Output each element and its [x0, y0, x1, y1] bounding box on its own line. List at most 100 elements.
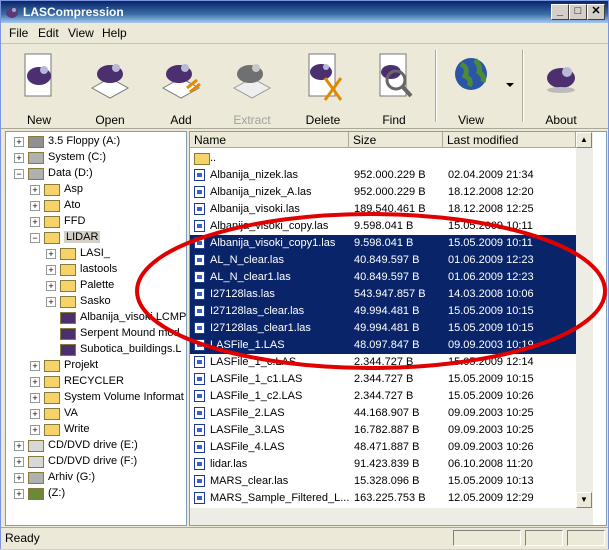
delete-button[interactable]: Delete: [290, 46, 356, 127]
file-size: 163.225.753 B: [354, 492, 426, 504]
table-row[interactable]: I27128las_clear.las 49.994.481 B 15.05.200…: [190, 303, 576, 320]
folder-icon: [60, 280, 76, 292]
expand-icon[interactable]: +: [30, 425, 40, 435]
new-button[interactable]: New: [6, 46, 72, 127]
expand-icon[interactable]: +: [46, 249, 56, 259]
column-header-modified[interactable]: Last modified: [443, 132, 576, 148]
file-modified: 18.12.2008 12:20: [448, 186, 534, 198]
table-row[interactable]: I27128las_clear1.las 49.994.481 B 15.05.20…: [190, 320, 576, 337]
folder-icon: [44, 360, 60, 372]
close-button[interactable]: ✕: [587, 4, 605, 20]
expand-icon[interactable]: +: [30, 409, 40, 419]
folder-icon: [60, 296, 76, 308]
table-row[interactable]: I27128las.las 543.947.857 B 14.03.2008 10:…: [190, 286, 576, 303]
file-name: MARS_clear.las: [210, 475, 289, 487]
table-row[interactable]: LASFile_2.LAS 44.168.907 B 09.09.2003 10:2…: [190, 405, 576, 422]
view-dropdown[interactable]: [505, 46, 517, 126]
expand-icon[interactable]: +: [14, 137, 24, 147]
tree-item-label: Write: [64, 423, 90, 435]
table-row[interactable]: ..: [190, 150, 576, 167]
file-size: 16.782.887 B: [354, 424, 420, 436]
drive-icon: [28, 168, 44, 180]
expand-icon[interactable]: +: [30, 393, 40, 403]
view-button[interactable]: View: [438, 46, 504, 127]
delete-label: Delete: [305, 113, 341, 127]
folder-icon: [44, 232, 60, 244]
table-row[interactable]: LASFile_4.LAS 48.471.887 B 09.09.2003 10:2…: [190, 439, 576, 456]
expand-icon[interactable]: +: [46, 281, 56, 291]
table-row[interactable]: MARS_Sample_Filtered_L... 163.225.753 B 12…: [190, 490, 576, 507]
file-modified: 01.06.2009 12:23: [448, 254, 534, 266]
column-header-name[interactable]: Name: [190, 132, 349, 148]
menu-view[interactable]: View: [68, 26, 94, 40]
table-row[interactable]: Albanija_visoki_copy1.las 9.598.041 B 15.0…: [190, 235, 576, 252]
table-row[interactable]: MARS_clear.las 15.328.096 B 15.05.2009 10:…: [190, 473, 576, 490]
folder-icon: [44, 376, 60, 388]
table-row[interactable]: Albanija_nizek.las 952.000.229 B 02.04.200…: [190, 167, 576, 184]
expand-icon[interactable]: +: [14, 153, 24, 163]
expand-icon[interactable]: +: [46, 297, 56, 307]
collapse-icon[interactable]: −: [30, 233, 40, 243]
table-row[interactable]: AL_N_clear.las 40.849.597 B 01.06.2009 12:…: [190, 252, 576, 269]
las-file-icon: [194, 492, 205, 504]
find-button[interactable]: Find: [361, 46, 427, 127]
scroll-up-button[interactable]: ▲: [576, 132, 592, 148]
menu-help[interactable]: Help: [102, 26, 127, 40]
file-modified: 15.05.2009 12:14: [448, 356, 534, 368]
maximize-button[interactable]: □: [569, 4, 587, 20]
file-list-vertical-scrollbar[interactable]: ▲ ▼: [576, 132, 593, 508]
globe-icon: [455, 58, 487, 90]
file-name: Albanija_visoki_copy.las: [210, 220, 329, 232]
extract-button[interactable]: Extract: [219, 46, 285, 127]
table-row[interactable]: LASFile_1_c1.LAS 2.344.727 B 15.05.2009 10…: [190, 371, 576, 388]
about-button[interactable]: About: [528, 46, 594, 127]
expand-icon[interactable]: +: [46, 265, 56, 275]
expand-icon[interactable]: +: [30, 217, 40, 227]
archive-icon: [60, 344, 76, 356]
menu-edit[interactable]: Edit: [38, 26, 59, 40]
table-row[interactable]: lidar.las 91.423.839 B 06.10.2008 11:20: [190, 456, 576, 473]
table-row[interactable]: LASFile_1.LAS 48.097.847 B 09.09.2003 10:1…: [190, 337, 576, 354]
file-modified: 09.09.2003 10:25: [448, 424, 534, 436]
expand-icon[interactable]: +: [14, 441, 24, 451]
expand-icon[interactable]: +: [14, 457, 24, 467]
file-size: 189.540.461 B: [354, 203, 426, 215]
folder-tree[interactable]: +3.5 Floppy (A:) + System (C:) − Data (D:) + A…: [5, 131, 187, 526]
file-list[interactable]: Name Size Last modified .. Albanija_nizek…: [189, 131, 607, 526]
table-row[interactable]: Albanija_visoki_copy.las 9.598.041 B 15.05…: [190, 218, 576, 235]
file-size: 543.947.857 B: [354, 288, 426, 300]
drive-icon: [28, 472, 44, 484]
table-row[interactable]: AL_N_clear1.las 40.849.597 B 01.06.2009 12…: [190, 269, 576, 286]
app-icon: [6, 8, 18, 18]
extract-label: Extract: [233, 113, 271, 127]
expand-icon[interactable]: +: [14, 473, 24, 483]
collapse-icon[interactable]: −: [14, 169, 24, 179]
scroll-down-button[interactable]: ▼: [576, 492, 592, 508]
view-label: View: [458, 113, 484, 127]
expand-icon[interactable]: +: [30, 185, 40, 195]
title-bar[interactable]: LASCompression _ □ ✕: [1, 1, 608, 23]
expand-icon[interactable]: +: [30, 377, 40, 387]
file-name: I27128las.las: [210, 288, 275, 300]
table-row[interactable]: LASFile_1_c.LAS 2.344.727 B 15.05.2009 12:…: [190, 354, 576, 371]
expand-icon[interactable]: +: [14, 489, 24, 499]
delete-icon: [308, 53, 343, 101]
cd-icon: [28, 456, 44, 468]
open-button[interactable]: Open: [77, 46, 143, 127]
expand-icon[interactable]: +: [30, 201, 40, 211]
table-row[interactable]: Albanija_nizek_A.las 952.000.229 B 18.12.2…: [190, 184, 576, 201]
las-file-icon: [194, 186, 205, 198]
menu-file[interactable]: File: [9, 26, 28, 40]
table-row[interactable]: LASFile_1_c2.LAS 2.344.727 B 15.05.2009 10…: [190, 388, 576, 405]
add-icon: [161, 64, 201, 99]
expand-icon[interactable]: +: [30, 361, 40, 371]
tree-item-label: VA: [64, 407, 78, 419]
file-list-horizontal-scrollbar[interactable]: [190, 508, 593, 525]
add-button[interactable]: Add: [148, 46, 214, 127]
las-file-icon: [194, 237, 205, 249]
table-row[interactable]: LASFile_3.LAS 16.782.887 B 09.09.2003 10:2…: [190, 422, 576, 439]
table-row[interactable]: Albanija_visoki.las 189.540.461 B 18.12.20…: [190, 201, 576, 218]
menu-bar: File Edit View Help: [1, 23, 608, 44]
column-header-size[interactable]: Size: [349, 132, 443, 148]
minimize-button[interactable]: _: [551, 4, 569, 20]
